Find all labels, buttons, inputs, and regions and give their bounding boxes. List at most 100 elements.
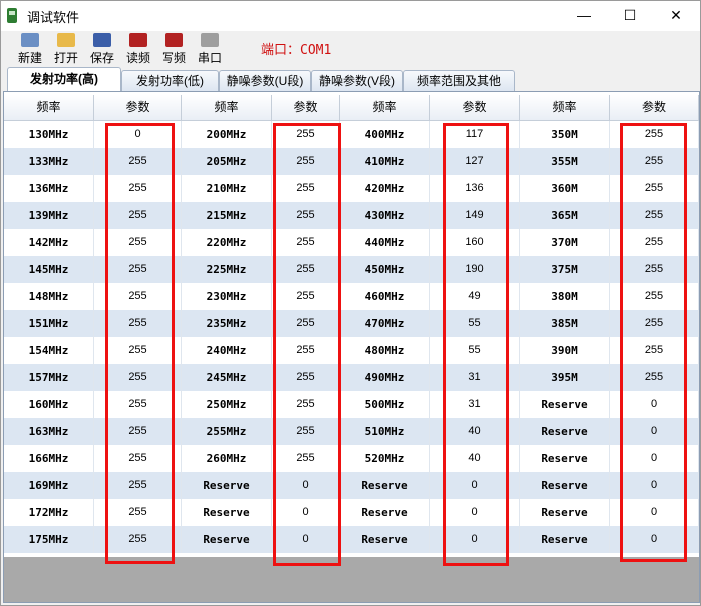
parameter-cell[interactable]: 255 — [272, 337, 340, 364]
column-header[interactable]: 参数 — [94, 95, 182, 121]
minimize-button[interactable]: — — [561, 1, 607, 31]
parameter-cell[interactable]: 255 — [272, 202, 340, 229]
frequency-cell[interactable]: 200MHz — [182, 121, 272, 148]
parameter-cell[interactable]: 255 — [94, 229, 182, 256]
frequency-cell[interactable]: 235MHz — [182, 310, 272, 337]
parameter-cell[interactable]: 255 — [610, 256, 699, 283]
parameter-cell[interactable]: 0 — [272, 526, 340, 553]
frequency-cell[interactable]: 255MHz — [182, 418, 272, 445]
parameter-cell[interactable]: 0 — [610, 472, 699, 499]
parameter-cell[interactable]: 255 — [272, 121, 340, 148]
frequency-cell[interactable]: Reserve — [182, 472, 272, 499]
frequency-cell[interactable]: Reserve — [182, 499, 272, 526]
parameter-cell[interactable]: 31 — [430, 391, 520, 418]
column-header[interactable]: 参数 — [610, 95, 699, 121]
parameter-cell[interactable]: 255 — [94, 337, 182, 364]
parameter-cell[interactable]: 255 — [94, 148, 182, 175]
read-frequency-button[interactable]: 读频 — [121, 33, 155, 65]
frequency-cell[interactable]: 370M — [520, 229, 610, 256]
frequency-cell[interactable]: 360M — [520, 175, 610, 202]
frequency-cell[interactable]: Reserve — [520, 499, 610, 526]
frequency-cell[interactable]: 440MHz — [340, 229, 430, 256]
parameter-cell[interactable]: 0 — [272, 499, 340, 526]
frequency-cell[interactable]: Reserve — [520, 391, 610, 418]
parameter-cell[interactable]: 55 — [430, 310, 520, 337]
frequency-cell[interactable]: Reserve — [520, 445, 610, 472]
frequency-cell[interactable]: 230MHz — [182, 283, 272, 310]
frequency-cell[interactable]: 220MHz — [182, 229, 272, 256]
frequency-cell[interactable]: 160MHz — [4, 391, 94, 418]
parameter-cell[interactable]: 255 — [272, 364, 340, 391]
parameter-cell[interactable]: 255 — [610, 229, 699, 256]
frequency-cell[interactable]: Reserve — [520, 418, 610, 445]
parameter-cell[interactable]: 255 — [610, 310, 699, 337]
frequency-cell[interactable]: 400MHz — [340, 121, 430, 148]
parameter-cell[interactable]: 127 — [430, 148, 520, 175]
parameter-cell[interactable]: 255 — [94, 526, 182, 553]
frequency-cell[interactable]: 148MHz — [4, 283, 94, 310]
parameter-cell[interactable]: 0 — [94, 121, 182, 148]
parameter-cell[interactable]: 160 — [430, 229, 520, 256]
parameter-cell[interactable]: 255 — [272, 391, 340, 418]
parameter-cell[interactable]: 136 — [430, 175, 520, 202]
parameter-cell[interactable]: 255 — [272, 310, 340, 337]
frequency-cell[interactable]: 154MHz — [4, 337, 94, 364]
parameter-cell[interactable]: 255 — [272, 418, 340, 445]
parameter-cell[interactable]: 255 — [610, 175, 699, 202]
parameter-cell[interactable]: 149 — [430, 202, 520, 229]
frequency-cell[interactable]: Reserve — [340, 499, 430, 526]
frequency-cell[interactable]: 480MHz — [340, 337, 430, 364]
frequency-cell[interactable]: Reserve — [340, 526, 430, 553]
maximize-button[interactable]: ☐ — [607, 1, 653, 31]
parameter-cell[interactable]: 40 — [430, 445, 520, 472]
column-header[interactable]: 参数 — [430, 95, 520, 121]
parameter-cell[interactable]: 255 — [610, 337, 699, 364]
frequency-cell[interactable]: 520MHz — [340, 445, 430, 472]
frequency-cell[interactable]: 130MHz — [4, 121, 94, 148]
parameter-cell[interactable]: 255 — [94, 391, 182, 418]
parameter-cell[interactable]: 190 — [430, 256, 520, 283]
parameter-cell[interactable]: 255 — [610, 148, 699, 175]
frequency-cell[interactable]: 215MHz — [182, 202, 272, 229]
parameter-cell[interactable]: 255 — [94, 445, 182, 472]
frequency-cell[interactable]: 225MHz — [182, 256, 272, 283]
parameter-cell[interactable]: 0 — [610, 418, 699, 445]
frequency-cell[interactable]: Reserve — [182, 526, 272, 553]
parameter-cell[interactable]: 255 — [94, 472, 182, 499]
frequency-cell[interactable]: 142MHz — [4, 229, 94, 256]
frequency-cell[interactable]: 250MHz — [182, 391, 272, 418]
frequency-cell[interactable]: 210MHz — [182, 175, 272, 202]
frequency-cell[interactable]: 510MHz — [340, 418, 430, 445]
serial-port-button[interactable]: 串口 — [193, 33, 227, 65]
parameter-cell[interactable]: 255 — [94, 499, 182, 526]
frequency-cell[interactable]: 350M — [520, 121, 610, 148]
column-header[interactable]: 频率 — [182, 95, 272, 121]
frequency-cell[interactable]: 410MHz — [340, 148, 430, 175]
frequency-cell[interactable]: 460MHz — [340, 283, 430, 310]
frequency-cell[interactable]: 136MHz — [4, 175, 94, 202]
frequency-cell[interactable]: 470MHz — [340, 310, 430, 337]
parameter-cell[interactable]: 255 — [94, 364, 182, 391]
frequency-cell[interactable]: 365M — [520, 202, 610, 229]
frequency-cell[interactable]: Reserve — [340, 472, 430, 499]
parameter-cell[interactable]: 0 — [610, 526, 699, 553]
parameter-cell[interactable]: 0 — [430, 499, 520, 526]
parameter-cell[interactable]: 255 — [272, 148, 340, 175]
frequency-cell[interactable]: 145MHz — [4, 256, 94, 283]
tab-tx-power-low[interactable]: 发射功率(低) — [121, 70, 219, 91]
parameter-cell[interactable]: 255 — [94, 175, 182, 202]
frequency-cell[interactable]: 169MHz — [4, 472, 94, 499]
column-header[interactable]: 频率 — [520, 95, 610, 121]
parameter-cell[interactable]: 255 — [272, 229, 340, 256]
parameter-cell[interactable]: 255 — [94, 202, 182, 229]
new-button[interactable]: 新建 — [13, 33, 47, 65]
frequency-cell[interactable]: Reserve — [520, 472, 610, 499]
parameter-cell[interactable]: 0 — [610, 499, 699, 526]
parameter-cell[interactable]: 49 — [430, 283, 520, 310]
column-header[interactable]: 参数 — [272, 95, 340, 121]
open-button[interactable]: 打开 — [49, 33, 83, 65]
frequency-cell[interactable]: 380M — [520, 283, 610, 310]
frequency-cell[interactable]: Reserve — [520, 526, 610, 553]
parameter-cell[interactable]: 255 — [610, 364, 699, 391]
frequency-cell[interactable]: 355M — [520, 148, 610, 175]
